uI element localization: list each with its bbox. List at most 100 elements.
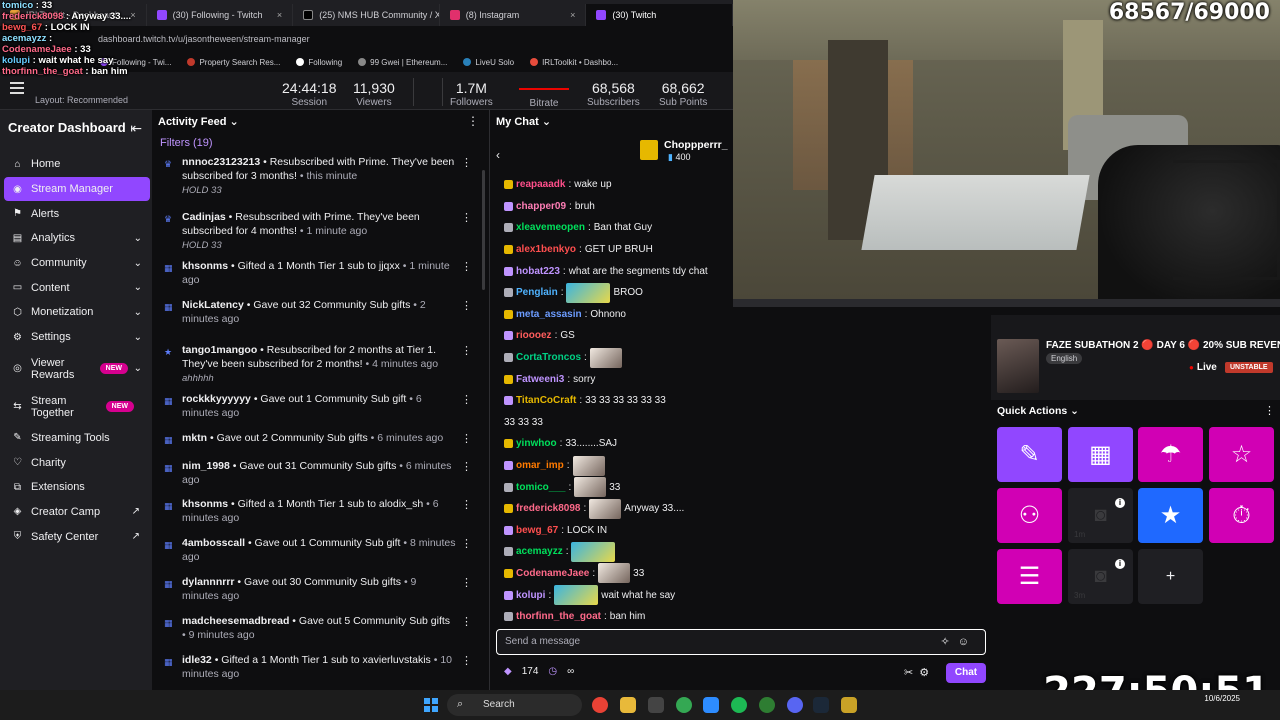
feed-username[interactable]: NickLatency xyxy=(182,299,244,311)
activity-feed-item[interactable]: ♛ nnnoc23123213 • Resubscribed with Prime… xyxy=(160,156,478,198)
sidebar-item-creator-camp[interactable]: ◈ Creator Camp ↗ xyxy=(4,500,150,525)
feed-username[interactable]: tango1mangoo xyxy=(182,344,257,356)
chat-username[interactable]: tomico___ xyxy=(516,482,565,493)
chevron-left-icon[interactable]: ‹ xyxy=(496,148,500,162)
chat-username[interactable]: Fatweeni3 xyxy=(516,374,564,385)
feed-username[interactable]: khsonms xyxy=(182,260,228,272)
bookmark[interactable]: 99 Gwei | Ethereum... xyxy=(358,58,447,67)
quick-action-highlight[interactable]: ☆ xyxy=(1209,427,1274,482)
more-options-icon[interactable]: ⋮ xyxy=(461,433,472,447)
app-icon[interactable] xyxy=(703,697,719,713)
chat-message[interactable]: bewg_67: LOCK IN xyxy=(504,520,974,542)
chat-username[interactable]: CortaTroncos xyxy=(516,352,581,363)
stream-info-card[interactable]: FAZE SUBATHON 2 🔴 DAY 6 🔴 20% SUB REVENI… xyxy=(991,315,1280,400)
chat-username[interactable]: yinwhoo xyxy=(516,438,557,449)
spotify-icon[interactable] xyxy=(731,697,747,713)
sidebar-item-settings[interactable]: ⚙ Settings ⌄ xyxy=(4,325,150,350)
quick-action-ad-disabled[interactable]: ◙ i 1m xyxy=(1068,488,1133,543)
chat-message[interactable]: CortaTroncos: xyxy=(504,347,974,369)
chat-username[interactable]: reapaaadk xyxy=(516,179,565,190)
quick-action-ad-disabled[interactable]: ◙ i 3m xyxy=(1068,549,1133,604)
more-options-icon[interactable]: ⋮ xyxy=(461,300,472,314)
browser-tab[interactable]: (8) Instagram × xyxy=(440,4,587,26)
add-quick-action-button[interactable]: + xyxy=(1138,549,1203,604)
sidebar-item-stream-manager[interactable]: ◉ Stream Manager xyxy=(4,176,150,202)
activity-feed-item[interactable]: ♛ Cadinjas • Resubscribed with Prime. The… xyxy=(160,211,478,253)
chat-message[interactable]: rioooez: GS xyxy=(504,325,974,347)
app-icon[interactable] xyxy=(759,697,775,713)
top-cheerer[interactable]: Choppperrr_ ▮ 400 xyxy=(640,138,730,164)
chat-emote[interactable] xyxy=(571,541,616,562)
activity-feed-item[interactable]: ▦ dylannnrrr • Gave out 30 Community Sub … xyxy=(160,576,478,603)
chat-emote[interactable] xyxy=(566,282,611,303)
more-options-icon[interactable]: ⋮ xyxy=(461,538,472,552)
more-options-icon[interactable]: ⋮ xyxy=(467,114,479,128)
bits-icon[interactable]: ✧ xyxy=(941,636,958,648)
close-tab-icon[interactable]: × xyxy=(277,10,282,20)
sidebar-item-content[interactable]: ▭ Content ⌄ xyxy=(4,275,150,300)
chat-username[interactable]: chapper09 xyxy=(516,201,566,212)
taskbar-search[interactable]: ⌕ Search xyxy=(447,694,582,716)
feed-username[interactable]: nnnoc23123213 xyxy=(182,156,260,168)
more-options-icon[interactable]: ⋮ xyxy=(461,616,472,630)
chat-username[interactable]: alex1benkyo xyxy=(516,244,576,255)
chat-send-button[interactable]: Chat xyxy=(946,663,986,683)
feed-username[interactable]: nim_1998 xyxy=(182,460,230,472)
chat-emote[interactable] xyxy=(574,477,607,498)
channel-points-icon[interactable]: ◆ xyxy=(504,666,512,677)
more-options-icon[interactable]: ⋮ xyxy=(1264,404,1275,417)
chat-username[interactable]: meta_assasin xyxy=(516,309,582,320)
more-options-icon[interactable]: ⋮ xyxy=(461,577,472,591)
feed-username[interactable]: rockkkyyyyyy xyxy=(182,393,251,405)
feed-username[interactable]: madcheesemadbread xyxy=(182,615,289,627)
chat-username[interactable]: frederick8098 xyxy=(516,503,581,514)
chat-username[interactable]: xleavemeopen xyxy=(516,222,585,233)
filters-button[interactable]: Filters (19) xyxy=(160,137,213,149)
sidebar-item-community[interactable]: ☺ Community ⌄ xyxy=(4,251,150,276)
chat-username[interactable]: thorfinn_the_goat xyxy=(516,611,601,622)
bookmark[interactable]: Property Search Res... xyxy=(187,58,280,67)
sidebar-item-analytics[interactable]: ▤ Analytics ⌄ xyxy=(4,226,150,251)
settings-icon[interactable]: ⚙ xyxy=(919,667,935,679)
activity-feed-item[interactable]: ▦ idle32 • Gifted a 1 Month Tier 1 sub to… xyxy=(160,654,478,681)
more-options-icon[interactable]: ⋮ xyxy=(461,261,472,275)
sidebar-item-monetization[interactable]: ⬡ Monetization ⌄ xyxy=(4,300,150,325)
quick-action-add-user[interactable]: ⚇ xyxy=(997,488,1062,543)
more-options-icon[interactable]: ⋮ xyxy=(461,394,472,408)
activity-feed-item[interactable]: ▦ mktn • Gave out 2 Community Sub gifts •… xyxy=(160,432,478,446)
more-options-icon[interactable]: ⋮ xyxy=(461,157,472,171)
file-explorer-icon[interactable] xyxy=(620,697,636,713)
chat-emote[interactable] xyxy=(572,455,605,476)
layout-label[interactable]: Layout: Recommended xyxy=(35,95,128,105)
sidebar-item-stream-together[interactable]: ⇆ Stream Together NEW xyxy=(4,388,150,426)
chat-message[interactable]: thorfinn_the_goat: ban him xyxy=(504,606,974,628)
chat-username[interactable]: rioooez xyxy=(516,330,552,341)
activity-feed-item[interactable]: ▦ khsonms • Gifted a 1 Month Tier 1 sub t… xyxy=(160,260,478,287)
chat-username[interactable]: bewg_67 xyxy=(516,525,558,536)
close-tab-icon[interactable]: × xyxy=(570,10,575,20)
mod-tools-icon[interactable]: ✂ xyxy=(904,667,919,679)
chat-message[interactable]: acemayzz: xyxy=(504,541,974,563)
bookmark[interactable]: LiveU Solo xyxy=(463,58,514,67)
chat-username[interactable]: CodenameJaee xyxy=(516,568,589,579)
sidebar-item-home[interactable]: ⌂ Home xyxy=(4,152,150,177)
chat-username[interactable]: TitanCoCraft xyxy=(516,395,576,406)
sidebar-item-alerts[interactable]: ⚑ Alerts xyxy=(4,201,150,226)
feed-username[interactable]: dylannnrrr xyxy=(182,576,235,588)
chat-dropdown[interactable]: My Chat ⌄ xyxy=(496,115,551,128)
chat-message[interactable]: tomico___:33 xyxy=(504,476,974,498)
menu-icon[interactable] xyxy=(10,82,24,94)
feed-username[interactable]: 4ambosscall xyxy=(182,537,245,549)
emote-picker-icon[interactable]: ☺ xyxy=(958,636,977,648)
feed-username[interactable]: idle32 xyxy=(182,654,212,666)
chat-message[interactable]: yinwhoo:33........SAJ xyxy=(504,433,974,455)
chat-username[interactable]: hobat223 xyxy=(516,266,560,277)
discord-icon[interactable] xyxy=(787,697,803,713)
activity-feed-item[interactable]: ▦ madcheesemadbread • Gave out 5 Communit… xyxy=(160,615,478,642)
collapse-icon[interactable]: ⇤ xyxy=(130,120,142,137)
chat-username[interactable]: omar_imp xyxy=(516,460,564,471)
bookmark[interactable]: IRLToolkit • Dashbo... xyxy=(530,58,618,67)
more-options-icon[interactable]: ⋮ xyxy=(461,499,472,513)
activity-feed-item[interactable]: ▦ khsonms • Gifted a 1 Month Tier 1 sub t… xyxy=(160,498,478,525)
chrome-icon[interactable] xyxy=(676,697,692,713)
